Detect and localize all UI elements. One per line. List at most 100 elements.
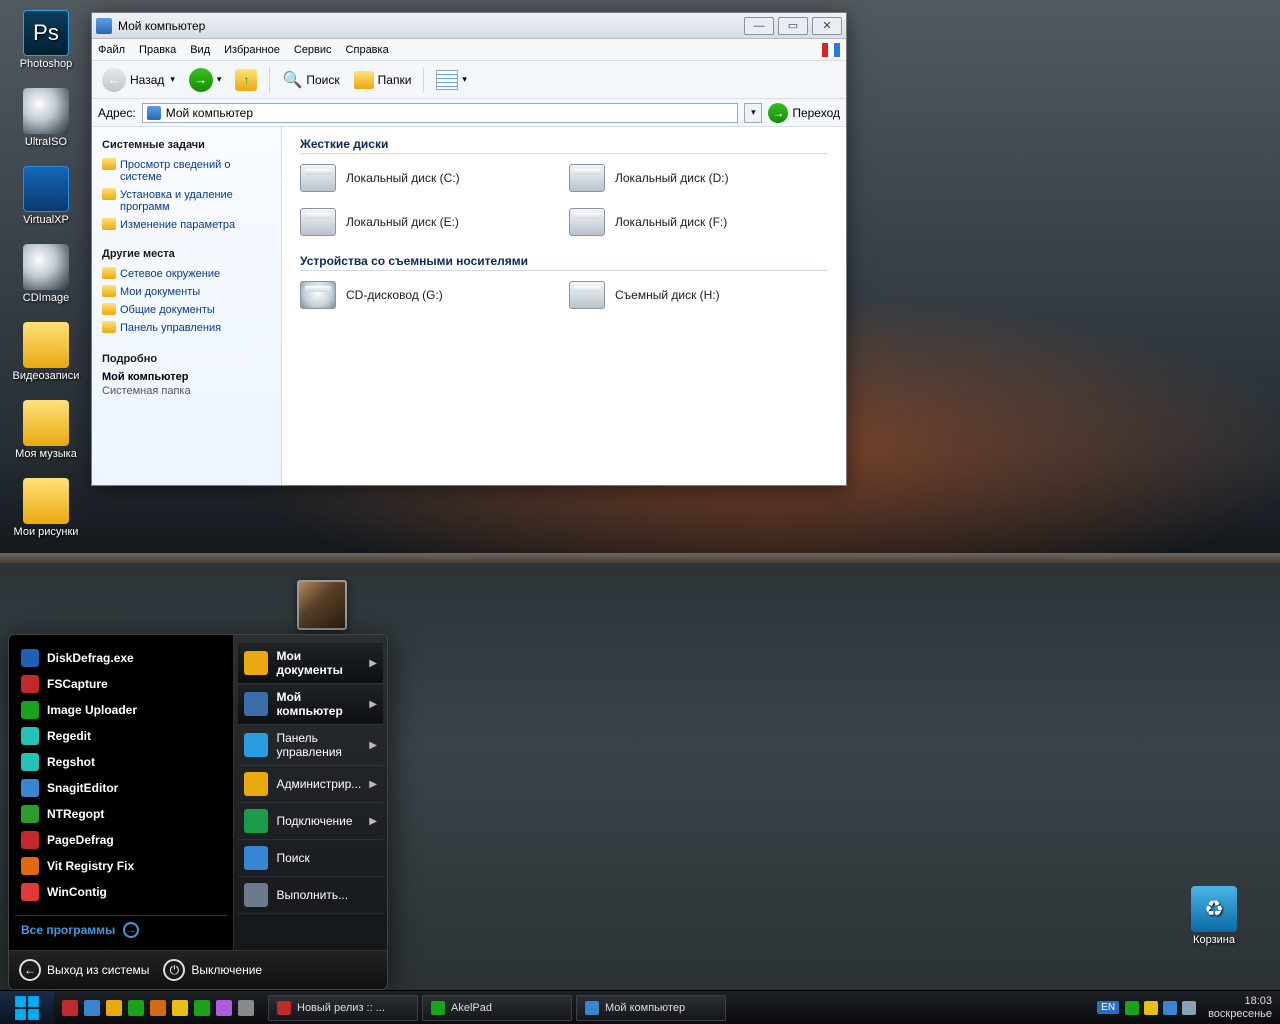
removable-drive-icon xyxy=(569,281,605,309)
titlebar[interactable]: Мой компьютер — ▭ ✕ xyxy=(92,13,846,39)
language-indicator[interactable]: EN xyxy=(1097,1001,1119,1014)
quicklaunch-icon[interactable] xyxy=(128,1000,144,1016)
quicklaunch-icon[interactable] xyxy=(84,1000,100,1016)
quicklaunch-icon[interactable] xyxy=(150,1000,166,1016)
logoff-button[interactable]: ← Выход из системы xyxy=(19,959,149,981)
drive-item[interactable]: Локальный диск (E:) xyxy=(300,208,559,236)
start-program-item[interactable]: DiskDefrag.exe xyxy=(15,645,227,671)
clock[interactable]: 18:03 воскресенье xyxy=(1208,995,1272,1019)
close-button[interactable]: ✕ xyxy=(812,17,842,35)
side-panel: Системные задачи Просмотр сведений о сис… xyxy=(92,127,282,485)
start-program-item[interactable]: NTRegopt xyxy=(15,801,227,827)
desktop-icon-label: Видеозаписи xyxy=(10,370,82,382)
desktop-icon-Мои рисунки[interactable]: Мои рисунки xyxy=(10,478,82,538)
window-title: Мой компьютер xyxy=(118,19,205,33)
go-button[interactable]: → Переход xyxy=(768,103,840,123)
start-program-item[interactable]: Vit Registry Fix xyxy=(15,853,227,879)
quicklaunch-icon[interactable] xyxy=(194,1000,210,1016)
desktop-icon-UltraISO[interactable]: UltraISO xyxy=(10,88,82,148)
start-places-item[interactable]: Мой компьютер ▶ xyxy=(238,684,383,725)
chevron-down-icon: ▾ xyxy=(462,74,467,85)
tray-icon[interactable] xyxy=(1182,1001,1196,1015)
folders-button[interactable]: Папки xyxy=(350,69,416,91)
taskbar-button[interactable]: AkelPad xyxy=(422,995,572,1021)
tray-icon[interactable] xyxy=(1163,1001,1177,1015)
program-label: Image Uploader xyxy=(47,703,137,717)
start-places-item[interactable]: Администрир... ▶ xyxy=(238,766,383,803)
search-button[interactable]: 🔍 Поиск xyxy=(278,68,343,92)
quicklaunch-icon[interactable] xyxy=(216,1000,232,1016)
start-program-item[interactable]: WinContig xyxy=(15,879,227,905)
program-icon xyxy=(21,701,39,719)
taskbar-button[interactable]: Новый релиз :: ... xyxy=(268,995,418,1021)
start-program-item[interactable]: FSCapture xyxy=(15,671,227,697)
quicklaunch-icon[interactable] xyxy=(238,1000,254,1016)
side-link[interactable]: Мои документы xyxy=(102,283,271,301)
drive-item[interactable]: Локальный диск (C:) xyxy=(300,164,559,192)
start-program-item[interactable]: Regedit xyxy=(15,723,227,749)
menu-Избранное[interactable]: Избранное xyxy=(224,44,280,56)
desktop-icon-Photoshop[interactable]: Ps Photoshop xyxy=(10,10,82,70)
start-places-item[interactable]: Панель управления ▶ xyxy=(238,725,383,766)
menu-Справка[interactable]: Справка xyxy=(346,44,389,56)
menu-Вид[interactable]: Вид xyxy=(190,44,210,56)
recycle-bin[interactable]: ♻ Корзина xyxy=(1178,886,1250,946)
all-programs[interactable]: Все программы → xyxy=(15,915,227,944)
side-group-details: Подробно xyxy=(102,353,271,365)
address-input[interactable]: Мой компьютер xyxy=(142,103,739,123)
drive-item[interactable]: Локальный диск (D:) xyxy=(569,164,828,192)
desktop-icon-CDImage[interactable]: CDImage xyxy=(10,244,82,304)
logoff-icon: ← xyxy=(19,959,41,981)
back-button[interactable]: ← Назад ▾ xyxy=(98,66,179,94)
start-places-item[interactable]: Выполнить... xyxy=(238,877,383,914)
drive-item[interactable]: CD-дисковод (G:) xyxy=(300,281,559,309)
shutdown-button[interactable]: ⏻ Выключение xyxy=(163,959,262,981)
maximize-button[interactable]: ▭ xyxy=(778,17,808,35)
start-program-item[interactable]: PageDefrag xyxy=(15,827,227,853)
drive-item[interactable]: Локальный диск (F:) xyxy=(569,208,828,236)
start-places-item[interactable]: Поиск xyxy=(238,840,383,877)
address-dropdown[interactable]: ▾ xyxy=(744,103,762,123)
drive-icon xyxy=(569,164,605,192)
start-program-item[interactable]: Regshot xyxy=(15,749,227,775)
start-places-item[interactable]: Мои документы ▶ xyxy=(238,643,383,684)
start-user-avatar[interactable] xyxy=(297,580,347,630)
tray-icon[interactable] xyxy=(1144,1001,1158,1015)
menu-Файл[interactable]: Файл xyxy=(98,44,125,56)
desktop-icon-Моя музыка[interactable]: Моя музыка xyxy=(10,400,82,460)
place-label: Выполнить... xyxy=(276,888,348,902)
place-label: Панель управления xyxy=(276,731,361,759)
start-places-item[interactable]: Подключение ▶ xyxy=(238,803,383,840)
desktop-icon-Видеозаписи[interactable]: Видеозаписи xyxy=(10,322,82,382)
quicklaunch-icon[interactable] xyxy=(106,1000,122,1016)
program-icon xyxy=(21,649,39,667)
drive-item[interactable]: Съемный диск (H:) xyxy=(569,281,828,309)
side-link[interactable]: Изменение параметра xyxy=(102,216,271,234)
chevron-right-icon: ▶ xyxy=(369,658,377,669)
side-link[interactable]: Установка и удаление программ xyxy=(102,186,271,216)
start-program-item[interactable]: Image Uploader xyxy=(15,697,227,723)
quicklaunch-icon[interactable] xyxy=(62,1000,78,1016)
start-program-item[interactable]: SnagitEditor xyxy=(15,775,227,801)
side-group-other-places: Другие места xyxy=(102,248,271,260)
side-link[interactable]: Сетевое окружение xyxy=(102,265,271,283)
side-link[interactable]: Общие документы xyxy=(102,301,271,319)
start-button[interactable] xyxy=(0,991,54,1024)
quicklaunch-icon[interactable] xyxy=(172,1000,188,1016)
forward-button[interactable]: → ▾ xyxy=(185,66,226,94)
taskbar-button[interactable]: Мой компьютер xyxy=(576,995,726,1021)
chevron-right-icon: ▶ xyxy=(369,699,377,710)
side-link[interactable]: Просмотр сведений о системе xyxy=(102,156,271,186)
app-icon xyxy=(23,322,69,368)
program-icon xyxy=(21,727,39,745)
menu-Правка[interactable]: Правка xyxy=(139,44,176,56)
menubar: Файл Правка Вид Избранное Сервис Справка xyxy=(92,39,846,61)
menu-Сервис[interactable]: Сервис xyxy=(294,44,332,56)
tray-icon[interactable] xyxy=(1125,1001,1139,1015)
up-button[interactable]: ↑ xyxy=(231,67,261,93)
side-link[interactable]: Панель управления xyxy=(102,319,271,337)
minimize-button[interactable]: — xyxy=(744,17,774,35)
drive-label: Локальный диск (C:) xyxy=(346,171,460,185)
desktop-icon-VirtualXP[interactable]: VirtualXP xyxy=(10,166,82,226)
views-button[interactable]: ▾ xyxy=(432,68,471,92)
